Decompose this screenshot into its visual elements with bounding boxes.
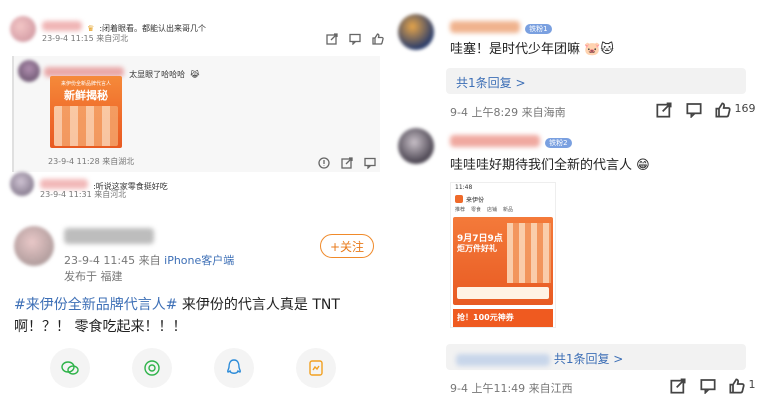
comment-actions: 1 — [670, 378, 756, 396]
avatar[interactable] — [398, 14, 434, 50]
poster-people-graphic — [54, 106, 118, 146]
comment-icon[interactable] — [349, 33, 361, 45]
username-blurred[interactable] — [64, 228, 154, 244]
post-panel: 23-9-4 11:45 来自 iPhone客户端 发布于 福建 +关注 #来伊… — [4, 206, 384, 398]
wechat-icon — [61, 361, 79, 375]
avatar[interactable] — [398, 128, 434, 164]
laugh-emoji-icon: 😹 — [190, 70, 200, 79]
promo-banner[interactable]: 9月7日9点 炬万件好礼 — [453, 217, 553, 305]
share-icon[interactable] — [326, 33, 338, 45]
avatar[interactable] — [14, 226, 54, 266]
report-icon[interactable] — [318, 157, 330, 169]
username-blurred[interactable] — [42, 21, 82, 31]
share-moments-button[interactable] — [132, 348, 172, 388]
store-tab[interactable]: 推荐 — [455, 206, 465, 214]
coupon-banner[interactable]: 抢！100元神券 — [453, 309, 553, 327]
store-tab[interactable]: 新品 — [503, 206, 513, 214]
comment-meta: 9-4 上午11:49 来自江西 — [450, 382, 573, 395]
comment-actions — [326, 30, 384, 49]
promo-poster-image[interactable]: 来伊份全新品牌代言人 新鲜揭秘 — [50, 76, 122, 148]
comment-actions: 169 — [656, 102, 756, 121]
share-icon[interactable] — [341, 157, 353, 169]
share-wechat-button[interactable] — [50, 348, 90, 388]
like-count: 169 — [734, 102, 756, 115]
comment-header: 铁粉1 — [450, 18, 552, 37]
post-text-line1: 来伊份的代言人真是 TNT — [177, 297, 340, 313]
comment-text-row: 哇哇哇好期待我们全新的代言人 😁 — [450, 154, 650, 173]
client-link[interactable]: iPhone客户端 — [164, 254, 234, 267]
like-icon[interactable] — [715, 102, 731, 118]
comment-header: 铁粉2 — [450, 132, 572, 151]
share-qq-button[interactable] — [214, 348, 254, 388]
nested-reply: 太显眼了哈哈哈 😹 来伊份全新品牌代言人 新鲜揭秘 23-9-4 11:28 来… — [12, 56, 380, 172]
share-icon[interactable] — [670, 378, 686, 394]
replier-name-blurred — [456, 353, 550, 366]
reply-count-link[interactable]: 共1条回复 > — [446, 344, 746, 370]
comment-thread-panel: ♛ :闭着眼看。都能认出来哥几个 23-9-4 11:15 来自河北 太显眼了哈… — [4, 4, 384, 200]
cat-sticker-icon: 🐷🐱 — [584, 42, 614, 57]
countdown-bar — [457, 287, 549, 299]
reply-text: 太显眼了哈哈哈 — [129, 70, 186, 79]
hashtag-link[interactable]: #来伊份全新品牌代言人# — [14, 297, 177, 313]
share-icon[interactable] — [656, 102, 672, 118]
post-meta: 23-9-4 11:45 来自 iPhone客户端 — [64, 252, 234, 268]
reply-count-text: 共1条回复 > — [553, 352, 624, 366]
username-blurred[interactable] — [450, 135, 540, 147]
crown-icon: ♛ — [87, 24, 95, 33]
comment-meta: 9-4 上午8:29 来自海南 — [450, 106, 566, 119]
store-tab[interactable]: 店铺 — [487, 206, 497, 214]
follow-button[interactable]: +关注 — [320, 234, 374, 258]
store-logo-icon — [455, 195, 463, 203]
poster-subtitle: 来伊份全新品牌代言人 — [60, 81, 111, 87]
comment-text: :闭着眼看。都能认出来哥几个 — [99, 24, 207, 33]
promo-people-graphic — [507, 223, 551, 283]
comment-meta: 23-9-4 11:31 来自河北 — [40, 190, 127, 199]
comment-text-row: 哇塞！是时代少年团嘛 🐷🐱 — [450, 38, 614, 57]
comment-meta: 23-9-4 11:15 来自河北 — [42, 34, 129, 43]
moments-icon — [144, 360, 160, 376]
grin-emoji-icon: 😁 — [636, 158, 650, 173]
save-image-button[interactable] — [296, 348, 336, 388]
post-text-line2: 啊！？！ 零食吃起来！！！ — [14, 319, 187, 335]
like-count: 1 — [748, 378, 756, 391]
post-location: 发布于 福建 — [64, 270, 123, 283]
comment-icon[interactable] — [685, 102, 702, 118]
username-blurred[interactable] — [40, 179, 88, 189]
fan-badge: 铁粉1 — [525, 23, 552, 34]
app-screenshot-image[interactable]: 11:48 来伊份 推荐 零食 店铺 新品 9月7日9点 炬万件好礼 抢！100… — [450, 182, 556, 328]
fan-badge: 铁粉2 — [545, 137, 572, 148]
username-blurred[interactable] — [450, 21, 520, 33]
reply-meta: 23-9-4 11:28 来自湖北 — [48, 157, 135, 166]
phone-time: 11:48 — [455, 184, 473, 191]
post-body: #来伊份全新品牌代言人# 来伊份的代言人真是 TNT 啊！？！ 零食吃起来！！！ — [14, 294, 340, 338]
like-icon[interactable] — [372, 33, 384, 45]
reply-count-text: 共1条回复 > — [456, 76, 526, 90]
comment-text: 哇哇哇好期待我们全新的代言人 — [450, 158, 633, 173]
reply-count-link[interactable]: 共1条回复 > — [446, 68, 746, 94]
comment-text: 哇塞！是时代少年团嘛 — [450, 42, 581, 57]
promo-line2: 炬万件好礼 — [457, 244, 497, 253]
comment-icon[interactable] — [364, 157, 376, 169]
phone-status-bar: 11:48 — [451, 183, 555, 193]
store-name: 来伊份 — [466, 196, 485, 204]
avatar[interactable] — [10, 16, 36, 42]
store-tabs: 推荐 零食 店铺 新品 — [451, 205, 555, 215]
avatar[interactable] — [10, 172, 34, 196]
like-icon[interactable] — [729, 378, 745, 394]
comment-icon[interactable] — [699, 378, 716, 394]
avatar[interactable] — [18, 60, 40, 82]
store-header: 来伊份 — [451, 193, 555, 205]
store-tab[interactable]: 零食 — [471, 206, 481, 214]
poster-title: 新鲜揭秘 — [64, 89, 108, 102]
comment-list-panel: 铁粉1 哇塞！是时代少年团嘛 🐷🐱 共1条回复 > 9-4 上午8:29 来自海… — [388, 4, 758, 396]
reply-actions — [318, 154, 384, 173]
post-date: 23-9-4 11:45 来自 — [64, 254, 161, 267]
qq-icon — [227, 359, 241, 374]
save-image-icon — [309, 360, 323, 376]
